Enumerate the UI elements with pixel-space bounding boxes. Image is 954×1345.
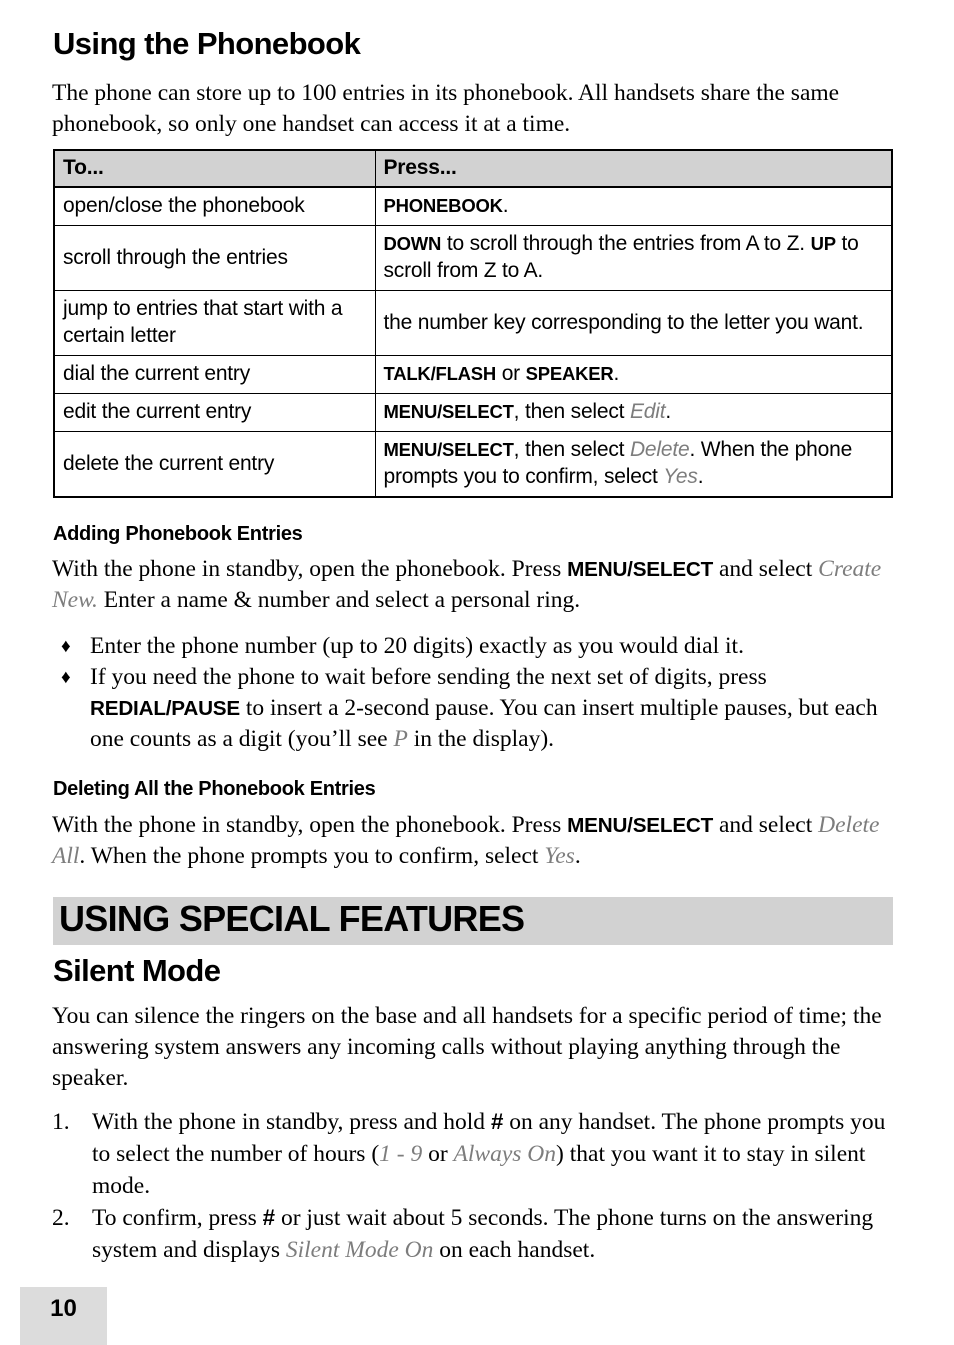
text-run: With the phone in standby, open the phon… (52, 812, 568, 838)
table-header-row: To... Press... (53, 149, 893, 188)
ui-term: Silent Mode On (285, 1237, 434, 1263)
key-label: MENU/SELECT (383, 401, 514, 422)
list-item: ♦ Enter the phone number (up to 20 digits… (58, 631, 898, 662)
key-label: # (490, 1109, 504, 1134)
key-label: # (262, 1205, 276, 1230)
table-cell-to: delete the current entry (53, 431, 376, 498)
adding-entries-paragraph: With the phone in standby, open the phon… (52, 554, 900, 616)
table-row: edit the current entry MENU/SELECT, then … (53, 393, 893, 432)
table-row: scroll through the entries DOWN to scroll… (53, 225, 893, 291)
table-cell-to: open/close the phonebook (53, 186, 376, 226)
silent-mode-steps-list: 1. With the phone in standby, press and h… (52, 1106, 900, 1266)
ui-term: Always On (453, 1141, 557, 1167)
table-cell-to: scroll through the entries (53, 225, 376, 291)
ui-term: Yes (663, 465, 698, 488)
adding-entries-bullet-list: ♦ Enter the phone number (up to 20 digits… (58, 631, 898, 755)
text-run: to scroll through the entries from A to … (441, 232, 811, 255)
table-cell-to: jump to entries that start with a certai… (53, 290, 376, 356)
ui-term: 1 - 9 (379, 1141, 423, 1167)
text-run: on each handset. (433, 1237, 596, 1263)
ui-term: Yes (544, 843, 575, 869)
list-item: 2. To confirm, press # or just wait about… (52, 1202, 900, 1266)
text-run: . When the phone prompts you to confirm,… (79, 843, 545, 869)
key-label: UP (810, 233, 836, 254)
table-cell-press: DOWN to scroll through the entries from … (374, 225, 893, 291)
phonebook-actions-table: To... Press... open/close the phonebook P… (53, 149, 893, 498)
step-text: To confirm, press # or just wait about 5… (92, 1205, 873, 1263)
text-run: . (502, 194, 509, 217)
list-item: ♦ If you need the phone to wait before se… (58, 662, 898, 755)
table-cell-to: dial the current entry (53, 355, 376, 394)
key-label: SPEAKER (525, 363, 614, 384)
text-run: the number key corresponding to the lett… (383, 310, 864, 334)
column-header-press: Press... (374, 149, 893, 188)
list-item: 1. With the phone in standby, press and h… (52, 1106, 900, 1202)
page-title: Using the Phonebook (53, 26, 361, 61)
table-row: jump to entries that start with a certai… (53, 290, 893, 356)
table-cell-press: PHONEBOOK. (374, 186, 893, 226)
text-run: To confirm, press (92, 1205, 263, 1231)
key-label: MENU/SELECT (567, 558, 714, 581)
key-label: PHONEBOOK (383, 195, 503, 216)
deleting-all-heading: Deleting All the Phonebook Entries (53, 778, 376, 800)
text-run: and select (713, 812, 819, 838)
key-label: DOWN (383, 233, 442, 254)
text-run: or (422, 1141, 454, 1167)
phonebook-intro-paragraph: The phone can store up to 100 entries in… (52, 80, 840, 137)
manual-page: Using the Phonebook The phone can store … (0, 0, 954, 1345)
chapter-banner: USING SPECIAL FEATURES (53, 897, 893, 945)
table-row: dial the current entry TALK/FLASH or SPEA… (53, 355, 893, 394)
ui-term: Delete (629, 438, 690, 461)
text-run: . (574, 843, 581, 869)
text-run: Enter a name & number and select a perso… (97, 587, 581, 613)
step-number: 2. (52, 1205, 70, 1231)
text-run: With the phone in standby, open the phon… (52, 556, 568, 582)
table-row: delete the current entry MENU/SELECT, the… (53, 431, 893, 498)
diamond-bullet-icon: ♦ (61, 667, 71, 688)
text-run: and select (713, 556, 819, 582)
key-label: REDIAL/PAUSE (90, 697, 240, 720)
diamond-bullet-icon: ♦ (61, 636, 71, 657)
key-label: MENU/SELECT (383, 439, 514, 460)
key-label: TALK/FLASH (383, 363, 497, 384)
text-run: With the phone in standby, press and hol… (92, 1109, 491, 1135)
chapter-banner-title: USING SPECIAL FEATURES (59, 898, 525, 939)
ui-term: Edit (629, 400, 666, 423)
key-label: MENU/SELECT (567, 814, 714, 837)
text-run: . (697, 465, 704, 488)
text-run: If you need the phone to wait before sen… (90, 664, 767, 690)
table-body: open/close the phonebook PHONEBOOK. scroll… (53, 186, 893, 498)
text-run: in the display). (407, 726, 555, 752)
text-run: . (613, 362, 620, 385)
ui-term: P (393, 726, 408, 752)
table-cell-press: MENU/SELECT, then select Delete. When th… (374, 431, 893, 498)
step-number: 1. (52, 1109, 70, 1135)
page-number: 10 (50, 1295, 77, 1322)
silent-mode-intro-paragraph: You can silence the ringers on the base … (52, 1003, 882, 1091)
text-run: or (496, 362, 526, 385)
table-cell-to: edit the current entry (53, 393, 376, 432)
table-row: open/close the phonebook PHONEBOOK. (53, 186, 893, 226)
list-item-text: If you need the phone to wait before sen… (90, 664, 878, 752)
column-header-to: To... (53, 149, 376, 188)
table-cell-press: MENU/SELECT, then select Edit. (374, 393, 893, 432)
adding-entries-heading: Adding Phonebook Entries (53, 523, 303, 545)
text-run: , then select (513, 438, 630, 461)
list-item-text: Enter the phone number (up to 20 digits)… (90, 633, 744, 659)
table-cell-press: the number key corresponding to the lett… (374, 290, 893, 356)
text-run: Enter the phone number (up to 20 digits)… (90, 633, 744, 659)
page-number-box: 10 (20, 1287, 107, 1345)
text-run: . (665, 400, 671, 423)
silent-mode-heading: Silent Mode (53, 953, 221, 988)
step-text: With the phone in standby, press and hol… (92, 1109, 885, 1199)
table-cell-press: TALK/FLASH or SPEAKER. (374, 355, 893, 394)
text-run: , then select (513, 400, 630, 423)
deleting-all-paragraph: With the phone in standby, open the phon… (52, 810, 900, 872)
